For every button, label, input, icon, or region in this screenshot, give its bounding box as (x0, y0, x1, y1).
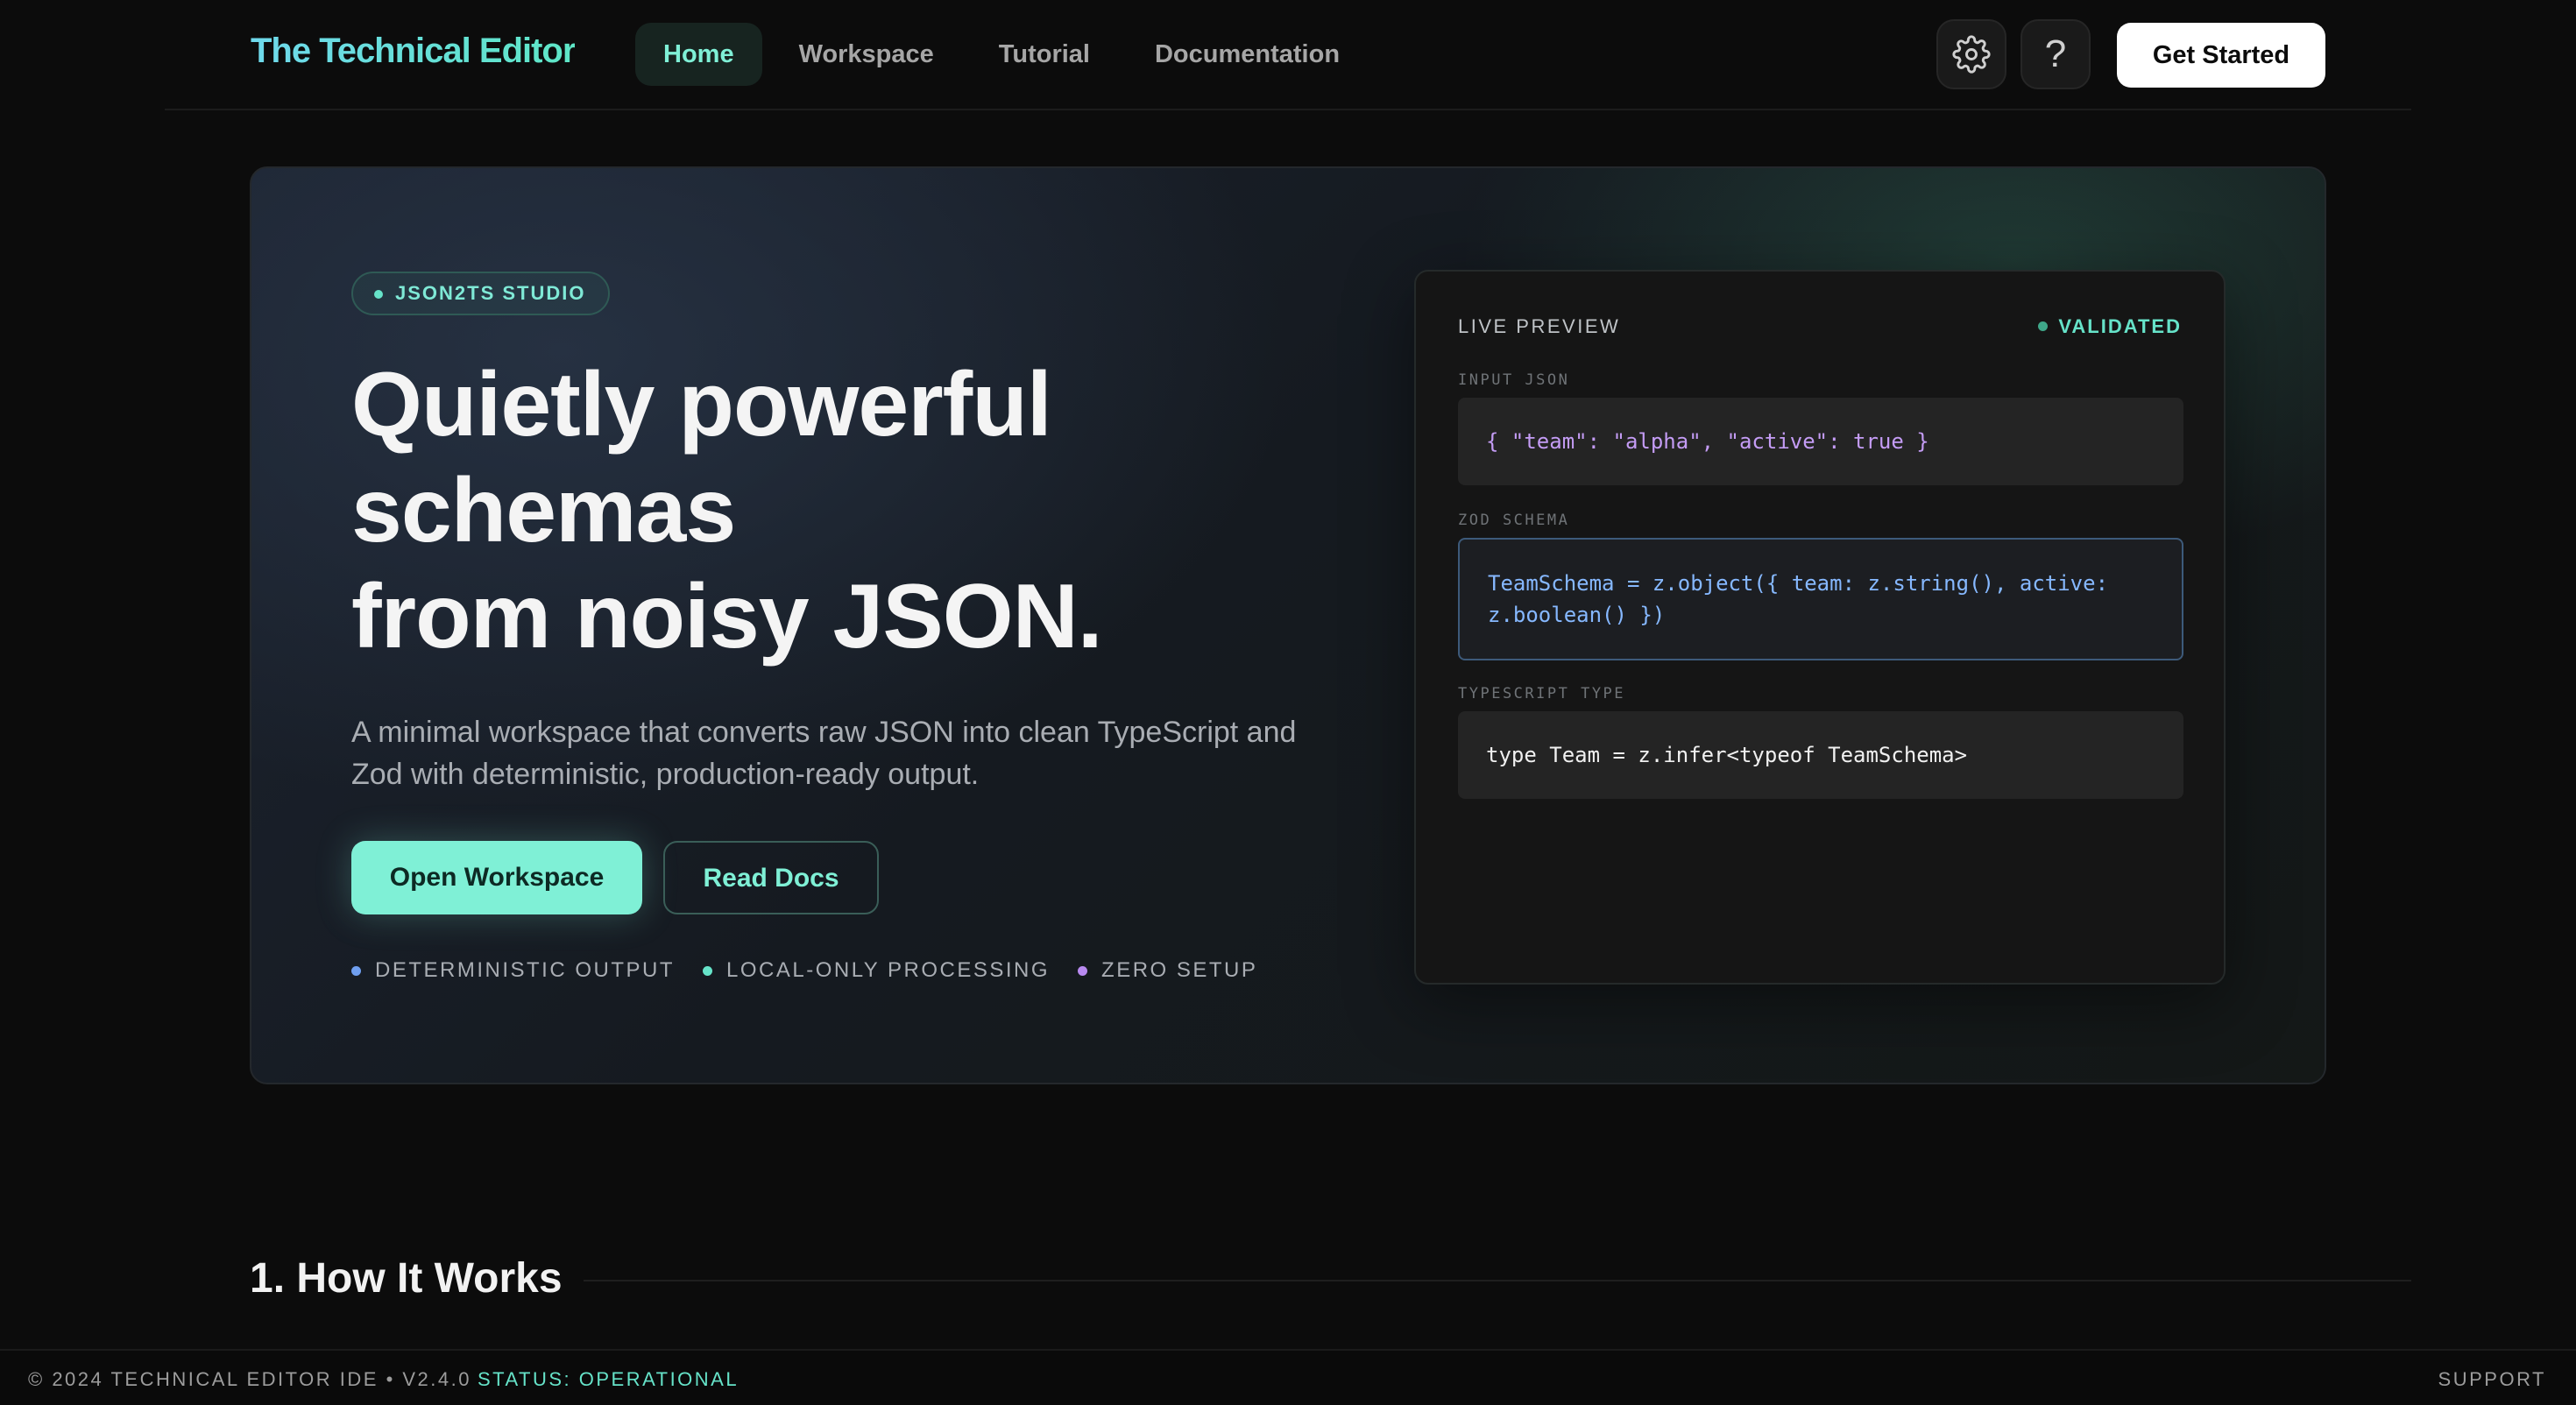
gear-icon (1952, 35, 1991, 74)
feature-dot (351, 965, 361, 976)
hero-panel: JSON2TS STUDIO Quietly powerful schemas … (250, 166, 2326, 1084)
validated-status: VALIDATED (2038, 315, 2182, 338)
nav-link-tutorial[interactable]: Tutorial (971, 23, 1118, 86)
product-badge: JSON2TS STUDIO (351, 272, 611, 315)
hero-title-line-1: Quietly powerful (351, 354, 1052, 455)
footer-bar: © 2024 TECHNICAL EDITOR IDE • V2.4.0 STA… (0, 1349, 2576, 1405)
nav-link-home[interactable]: Home (635, 23, 762, 86)
feature-item: ZERO SETUP (1078, 958, 1257, 983)
feature-label: ZERO SETUP (1101, 958, 1258, 982)
brand-logo[interactable]: The Technical Editor (251, 32, 576, 71)
zod-schema-code: TeamSchema = z.object({ team: z.string()… (1458, 538, 2183, 660)
help-button[interactable]: ? (2020, 19, 2091, 89)
settings-button[interactable] (1936, 19, 2006, 89)
open-workspace-button[interactable]: Open Workspace (351, 841, 642, 914)
badge-dot (374, 290, 383, 299)
feature-item: LOCAL-ONLY PROCESSING (703, 958, 1050, 983)
section-divider (584, 1280, 2411, 1281)
input-json-label: INPUT JSON (1458, 371, 1570, 389)
support-link[interactable]: SUPPORT (2438, 1368, 2546, 1391)
footer-status: STATUS: OPERATIONAL (478, 1368, 740, 1390)
badge-label: JSON2TS STUDIO (395, 282, 586, 304)
feature-list: DETERMINISTIC OUTPUT LOCAL-ONLY PROCESSI… (351, 958, 1257, 983)
hero-description: A minimal workspace that converts raw JS… (351, 716, 1297, 791)
hero-title-line-2: schemas (351, 460, 736, 561)
nav-link-workspace[interactable]: Workspace (771, 23, 962, 86)
nav-links: Home Workspace Tutorial Documentation (635, 23, 1368, 86)
typescript-type-code: type Team = z.infer<typeof TeamSchema> (1458, 711, 2183, 799)
hero-title: Quietly powerful schemas from noisy JSON… (351, 352, 1315, 670)
status-dot (2038, 321, 2049, 331)
how-it-works-heading: 1. How It Works (250, 1255, 563, 1302)
get-started-button[interactable]: Get Started (2117, 23, 2325, 88)
feature-item: DETERMINISTIC OUTPUT (351, 958, 675, 983)
question-icon: ? (2044, 32, 2067, 75)
zod-schema-label: ZOD SCHEMA (1458, 512, 1570, 529)
read-docs-button[interactable]: Read Docs (663, 841, 879, 914)
preview-title: LIVE PREVIEW (1458, 315, 1621, 337)
feature-dot (703, 965, 712, 976)
typescript-type-label: TYPESCRIPT TYPE (1458, 685, 1626, 702)
footer-copyright: © 2024 TECHNICAL EDITOR IDE • V2.4.0 (28, 1368, 471, 1390)
hero-title-line-3: from noisy JSON. (351, 566, 1103, 667)
top-navigation: The Technical Editor Home Workspace Tuto… (165, 0, 2411, 110)
input-json-code: { "team": "alpha", "active": true } (1458, 398, 2183, 485)
feature-label: DETERMINISTIC OUTPUT (375, 958, 675, 982)
feature-label: LOCAL-ONLY PROCESSING (726, 958, 1051, 982)
nav-link-documentation[interactable]: Documentation (1127, 23, 1368, 86)
feature-dot (1078, 965, 1088, 976)
live-preview-card: LIVE PREVIEW VALIDATED INPUT JSON { "tea… (1414, 270, 2226, 985)
status-label: VALIDATED (2058, 315, 2182, 337)
